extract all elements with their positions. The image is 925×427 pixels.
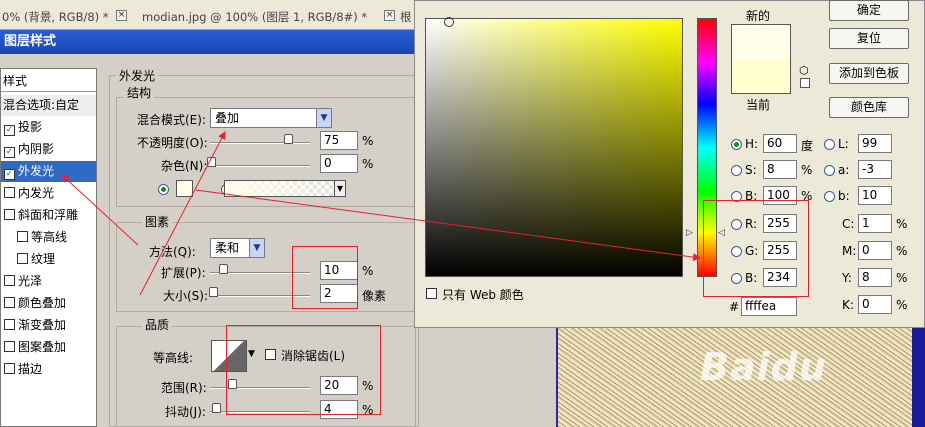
annotation-arrow	[61, 174, 139, 246]
annotation-arrow	[139, 131, 226, 296]
annotation-arrow	[195, 189, 701, 262]
annotation-arrows	[61, 131, 701, 296]
